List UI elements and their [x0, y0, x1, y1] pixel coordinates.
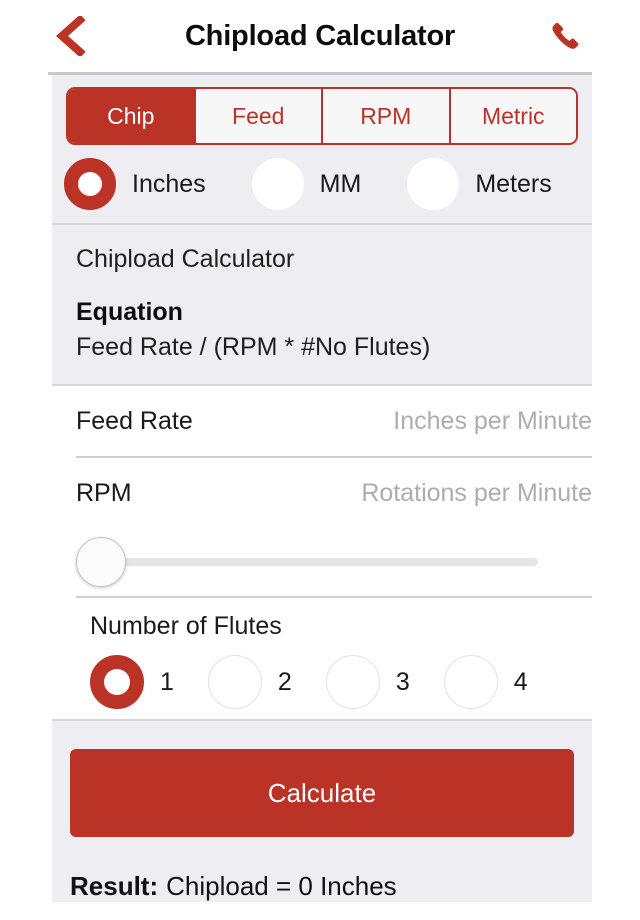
radio-flute-2-icon[interactable]	[207, 655, 262, 709]
navigation-bar: Chipload Calculator	[0, 0, 640, 72]
feed-rate-row: Feed Rate	[52, 386, 592, 456]
phone-icon[interactable]	[544, 14, 588, 58]
radio-flute-4-icon[interactable]	[443, 655, 498, 709]
unit-option-inches[interactable]: Inches	[64, 158, 206, 210]
result-row: Result: Chipload = 0 Inches	[70, 871, 574, 902]
rpm-input[interactable]	[262, 478, 592, 508]
rpm-slider-row	[52, 528, 592, 596]
feed-rate-input[interactable]	[262, 406, 592, 436]
rpm-label: RPM	[76, 478, 132, 507]
feed-rate-label: Feed Rate	[76, 406, 193, 435]
result-panel: Calculate Result: Chipload = 0 Inches	[52, 721, 592, 902]
radio-flute-3-icon[interactable]	[325, 655, 380, 709]
rpm-slider[interactable]	[76, 536, 538, 588]
radio-flute-1-icon[interactable]	[90, 655, 144, 709]
equation-heading: Equation	[76, 298, 183, 326]
unit-option-mm[interactable]: MM	[251, 158, 362, 210]
equation-formula: Feed Rate / (RPM * #No Flutes)	[76, 333, 431, 361]
flute-option-4[interactable]: 4	[443, 655, 528, 709]
calculator-tabs[interactable]: Chip Feed RPM Metric	[66, 87, 578, 145]
content-column: Chip Feed RPM Metric Inches MM Meters Ch…	[52, 75, 592, 902]
rpm-slider-thumb[interactable]	[76, 537, 126, 587]
back-chevron-icon[interactable]	[48, 13, 94, 59]
flutes-title: Number of Flutes	[90, 612, 282, 640]
radio-mm-icon[interactable]	[251, 158, 304, 210]
unit-label-meters: Meters	[475, 169, 552, 198]
tab-bar-container: Chip Feed RPM Metric	[52, 75, 592, 145]
tab-metric[interactable]: Metric	[448, 89, 576, 143]
rpm-slider-track[interactable]	[76, 558, 538, 566]
equation-panel: Chipload Calculator Equation Feed Rate /…	[52, 225, 592, 384]
rpm-row: RPM	[52, 458, 592, 528]
unit-option-meters[interactable]: Meters	[407, 158, 552, 210]
calculate-button[interactable]: Calculate	[70, 749, 574, 837]
flutes-section: Number of Flutes 1 2 3 4	[52, 598, 592, 719]
flute-option-3[interactable]: 3	[325, 655, 410, 709]
unit-selector: Inches MM Meters	[52, 145, 592, 223]
tab-feed[interactable]: Feed	[193, 89, 321, 143]
flute-option-2[interactable]: 2	[207, 655, 292, 709]
flutes-options: 1 2 3 4	[90, 655, 592, 709]
app-screen: Chipload Calculator Chip Feed RPM Metric…	[0, 0, 640, 920]
flute-option-1[interactable]: 1	[90, 655, 174, 709]
radio-inches-icon[interactable]	[64, 158, 116, 210]
flute-label-4: 4	[513, 667, 528, 696]
equation-caption: Chipload Calculator	[76, 245, 295, 273]
flute-label-3: 3	[395, 667, 410, 696]
radio-meters-icon[interactable]	[407, 158, 460, 210]
input-form: Feed Rate RPM Number of Flutes	[52, 386, 592, 719]
flute-label-1: 1	[160, 667, 174, 696]
tab-chip[interactable]: Chip	[68, 89, 194, 143]
page-title: Chipload Calculator	[184, 19, 456, 52]
result-label: Result:	[70, 871, 159, 901]
tab-rpm[interactable]: RPM	[321, 89, 449, 143]
unit-label-mm: MM	[319, 169, 362, 198]
unit-label-inches: Inches	[132, 169, 206, 198]
result-value: Chipload = 0 Inches	[166, 871, 397, 901]
flute-label-2: 2	[277, 667, 292, 696]
